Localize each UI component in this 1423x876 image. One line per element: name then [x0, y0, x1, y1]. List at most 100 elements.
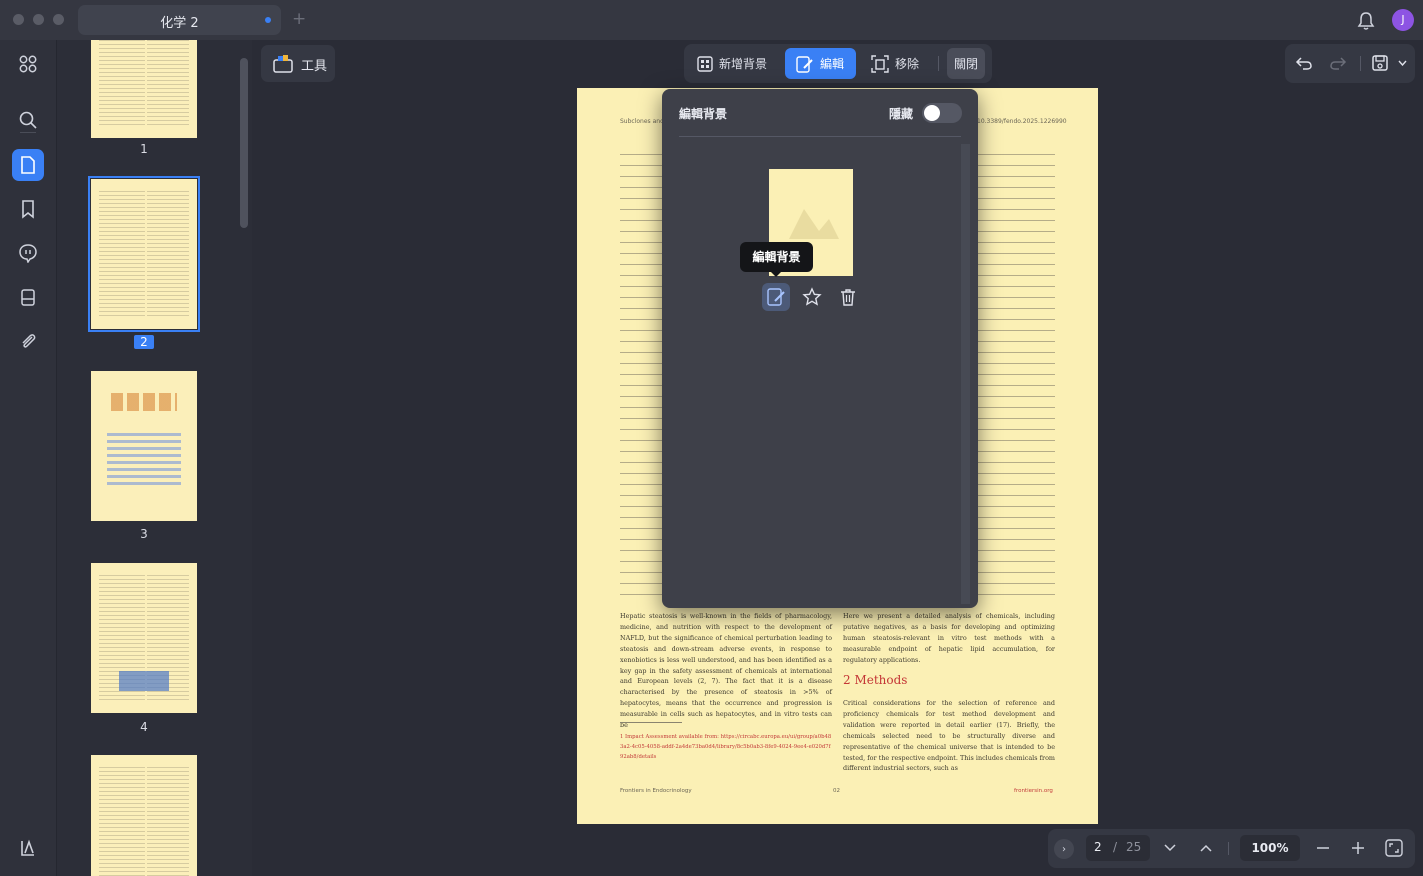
remove-frame-icon — [871, 54, 889, 73]
trash-icon — [841, 289, 855, 306]
close-label: 關閉 — [953, 57, 978, 71]
comment-icon — [19, 244, 37, 263]
star-icon — [802, 287, 822, 306]
thumbnail-panel: 1 2 3 4 — [57, 40, 252, 876]
section-heading: 2 Methods — [843, 673, 908, 687]
page-thumbnail-number: 3 — [140, 527, 148, 541]
fit-page-button[interactable] — [1383, 837, 1405, 859]
page-thumbnail[interactable] — [91, 563, 197, 713]
stamp-icon — [21, 289, 35, 306]
chevron-down-icon[interactable] — [1398, 60, 1407, 66]
remove-label: 移除 — [895, 57, 920, 71]
checker-background-icon — [697, 55, 713, 72]
page-header-right: 10.3389/fendo.2025.1226990 — [977, 118, 1067, 125]
page-thumbnail-number: 4 — [140, 720, 148, 734]
popup-divider — [679, 136, 961, 137]
paragraph-methods: Critical considerations for the selectio… — [843, 699, 1055, 773]
rail-search-button[interactable] — [12, 104, 44, 136]
paragraph-left: Hepatic steatosis is well-known in the f… — [620, 612, 832, 730]
footnote: 1 Impact Assessment available from: http… — [620, 734, 832, 760]
rail-library-button[interactable] — [12, 832, 44, 864]
fit-screen-icon — [1385, 839, 1403, 857]
toolbar-divider — [1228, 842, 1229, 855]
current-page: 2 — [1094, 840, 1102, 854]
footer-site: frontiersin.org — [1014, 788, 1053, 794]
zoom-in-button[interactable] — [1347, 837, 1369, 859]
edit-page-icon — [796, 55, 813, 73]
page-thumbnail[interactable] — [91, 371, 197, 521]
edit-background-popup: 編輯背景 隱藏 編輯背景 — [662, 89, 978, 608]
history-toolbar — [1285, 44, 1415, 83]
footer-page-number: 02 — [833, 788, 840, 794]
background-toolbar: 新增背景 編輯 移除 關閉 — [684, 44, 992, 83]
plus-icon — [1352, 842, 1364, 854]
page-icon — [21, 156, 35, 174]
save-icon[interactable] — [1371, 54, 1389, 72]
toolbar-divider — [1360, 56, 1361, 71]
hide-toggle[interactable] — [922, 103, 962, 123]
hide-toggle-label: 隱藏 — [889, 107, 914, 121]
zoom-level-field[interactable]: 100% — [1240, 835, 1300, 861]
favorite-background-action[interactable] — [798, 283, 826, 311]
tools-label: 工具 — [301, 59, 328, 74]
new-tab-button[interactable]: + — [292, 9, 306, 29]
rail-overview-button[interactable] — [12, 48, 44, 80]
page-thumbnail-number: 1 — [140, 142, 148, 156]
toolbox-icon — [273, 55, 293, 73]
footer-journal: Frontiers in Endocrinology — [620, 788, 692, 794]
page-thumbnail[interactable] — [91, 755, 197, 876]
grid-icon — [19, 55, 37, 73]
left-rail — [0, 40, 57, 876]
search-icon — [19, 111, 37, 129]
rail-comments-button[interactable] — [12, 237, 44, 269]
thumbnail-scrollbar[interactable] — [240, 58, 248, 228]
tools-button[interactable]: 工具 — [261, 45, 335, 82]
next-page-button[interactable] — [1159, 837, 1181, 859]
bookmark-icon — [22, 200, 34, 219]
popup-title: 編輯背景 — [679, 107, 728, 121]
redo-icon[interactable] — [1329, 55, 1347, 71]
toolbar-divider — [938, 56, 939, 71]
edit-page-icon — [767, 288, 785, 306]
footnote-rule — [620, 722, 682, 723]
previous-page-button[interactable] — [1195, 837, 1217, 859]
notification-bell-icon[interactable] — [1355, 10, 1377, 32]
page-thumbnail-number: 2 — [91, 335, 197, 349]
paragraph-right: Here we present a detailed analysis of c… — [843, 612, 1055, 664]
edit-label: 編輯 — [820, 57, 845, 71]
user-avatar[interactable]: J — [1392, 9, 1414, 31]
paperclip-icon — [22, 334, 36, 348]
chevron-up-icon — [1200, 844, 1212, 852]
add-background-label: 新增背景 — [719, 57, 768, 71]
window-minimize-button[interactable] — [33, 14, 44, 25]
document-tab[interactable]: 化学 2 — [78, 5, 281, 35]
rail-attachments-button[interactable] — [12, 325, 44, 357]
rail-stamps-button[interactable] — [12, 281, 44, 313]
rail-pages-button[interactable] — [12, 149, 44, 181]
window-zoom-button[interactable] — [53, 14, 64, 25]
page-navigation-bar: › 2 / 25 100% — [1048, 829, 1415, 868]
add-background-button[interactable]: 新增背景 — [692, 48, 776, 79]
window-close-button[interactable] — [13, 14, 24, 25]
edit-background-button[interactable]: 編輯 — [785, 48, 856, 79]
tab-title: 化学 2 — [160, 16, 199, 31]
toggle-knob — [924, 105, 940, 121]
title-bar: 化学 2 + J — [0, 0, 1423, 40]
minus-icon — [1317, 847, 1329, 849]
popup-scrollbar[interactable] — [961, 144, 970, 604]
page-number-field[interactable]: 2 / 25 — [1086, 835, 1150, 861]
library-icon — [21, 839, 34, 856]
edit-background-action[interactable] — [762, 283, 790, 311]
remove-background-button[interactable]: 移除 — [864, 48, 926, 79]
unsaved-dot — [265, 17, 271, 23]
rail-bookmarks-button[interactable] — [12, 193, 44, 225]
collapse-panel-button[interactable]: › — [1054, 839, 1074, 859]
close-background-button[interactable]: 關閉 — [947, 48, 985, 79]
page-thumbnail[interactable] — [91, 40, 197, 138]
page-thumbnail-selected[interactable] — [88, 176, 200, 332]
delete-background-action[interactable] — [834, 283, 862, 311]
total-pages: 25 — [1126, 840, 1142, 854]
undo-icon[interactable] — [1295, 55, 1313, 71]
page-separator: / — [1113, 840, 1118, 854]
zoom-out-button[interactable] — [1312, 837, 1334, 859]
